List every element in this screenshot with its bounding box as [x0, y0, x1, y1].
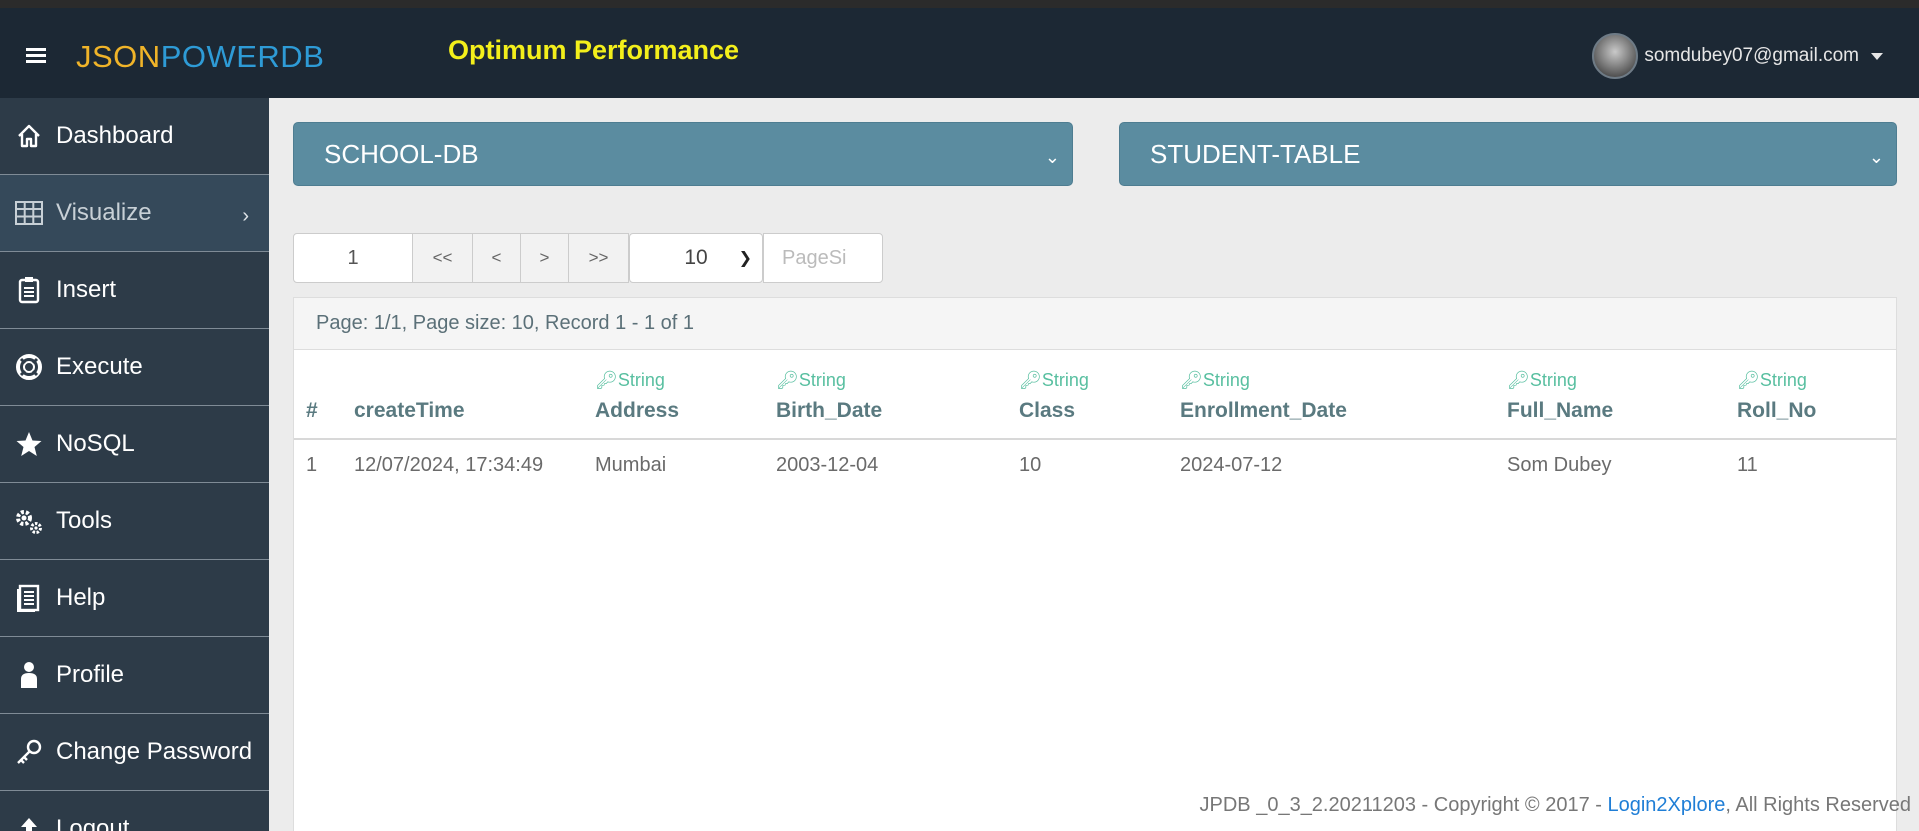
page-size-select[interactable]: 10 ❯ [629, 233, 763, 283]
sidebar-item-label: Dashboard [56, 122, 174, 149]
chevron-down-icon: ⌄ [1868, 147, 1884, 167]
table-cell: 1 [306, 454, 318, 476]
main-content: SCHOOL-DB ⌄ STUDENT-TABLE ⌄ 1 << < > >> … [269, 98, 1919, 831]
table-cell: Mumbai [595, 454, 667, 476]
column-name: Birth_Date [776, 399, 883, 422]
sidebar-item-label: Tools [56, 507, 113, 534]
footer-rights: , All Rights Reserved [1725, 794, 1911, 816]
column-name: # [306, 399, 318, 422]
column-type: 🔑︎String [595, 370, 665, 390]
sidebar-item-dashboard[interactable]: Dashboard [0, 98, 269, 175]
chevron-right-icon: › [242, 205, 249, 227]
menu-toggle-icon[interactable] [26, 48, 48, 64]
prev-page-button[interactable]: < [473, 233, 521, 283]
sidebar-item-logout[interactable]: Logout [0, 791, 269, 831]
sidebar-item-nosql[interactable]: NoSQL [0, 406, 269, 483]
key-icon [14, 737, 44, 767]
chevron-down-icon: ❯ [738, 250, 752, 267]
footer-text: JPDB _0_3_2.20211203 - Copyright © 2017 … [1199, 794, 1608, 816]
page-info: Page: 1/1, Page size: 10, Record 1 - 1 o… [294, 298, 1896, 350]
key-icon: 🔑︎ [776, 370, 799, 390]
home-icon [14, 121, 44, 151]
sidebar-item-label: Insert [56, 276, 117, 303]
sidebar-item-profile[interactable]: Profile [0, 637, 269, 714]
column-type: 🔑︎String [776, 370, 846, 390]
app-logo[interactable]: JSONPOWERDB [76, 39, 324, 75]
user-icon [14, 660, 44, 690]
column-type: 🔑︎String [1019, 370, 1089, 390]
table-cell: 2003-12-04 [776, 454, 879, 476]
table-select[interactable]: STUDENT-TABLE ⌄ [1119, 122, 1897, 186]
key-icon: 🔑︎ [1507, 370, 1530, 390]
book-icon [14, 583, 44, 613]
database-select-value: SCHOOL-DB [324, 138, 479, 169]
user-email: somdubey07@gmail.com [1644, 45, 1859, 66]
logo-powerdb: POWERDB [160, 39, 325, 74]
column-name: Class [1019, 399, 1076, 422]
database-select[interactable]: SCHOOL-DB ⌄ [293, 122, 1073, 186]
table-select-value: STUDENT-TABLE [1150, 138, 1361, 169]
sidebar-item-execute[interactable]: Execute [0, 329, 269, 406]
sidebar-item-insert[interactable]: Insert [0, 252, 269, 329]
column-type: 🔑︎String [1180, 370, 1250, 390]
sidebar-item-label: Profile [56, 661, 125, 688]
table-cell: 12/07/2024, 17:34:49 [354, 454, 544, 476]
column-name: Full_Name [1507, 399, 1614, 422]
table-cell: 11 [1737, 454, 1758, 476]
header-bar: JSONPOWERDB Optimum Performance somdubey… [0, 8, 1919, 98]
gears-icon [14, 506, 44, 536]
key-icon: 🔑︎ [1019, 370, 1042, 390]
life-ring-icon [14, 352, 44, 382]
last-page-button[interactable]: >> [569, 233, 629, 283]
page-size-value: 10 [684, 246, 708, 269]
key-icon: 🔑︎ [595, 370, 618, 390]
chevron-down-icon: ⌄ [1044, 147, 1060, 167]
table-cell: 2024-07-12 [1180, 454, 1283, 476]
page-size-input[interactable]: PageSi [763, 233, 883, 283]
sidebar-item-tools[interactable]: Tools [0, 483, 269, 560]
table-cell: 10 [1019, 454, 1042, 476]
avatar [1592, 33, 1639, 79]
sidebar-item-label: NoSQL [56, 430, 135, 457]
sidebar-item-visualize[interactable]: Visualize › [0, 175, 269, 252]
first-page-button[interactable]: << [413, 233, 473, 283]
page-number-input[interactable]: 1 [293, 233, 413, 283]
table-header-row: # createTime 🔑︎String Address 🔑︎String B… [294, 356, 1896, 440]
sidebar-item-help[interactable]: Help [0, 560, 269, 637]
sidebar-item-change-password[interactable]: Change Password [0, 714, 269, 791]
sidebar-item-label: Execute [56, 353, 143, 380]
sidebar: Dashboard Visualize › Insert Execute NoS… [0, 98, 269, 831]
grid-icon [14, 198, 44, 228]
column-name: Enrollment_Date [1180, 399, 1347, 422]
sidebar-item-label: Visualize [56, 199, 152, 226]
column-name: createTime [354, 399, 465, 422]
pagination-bar: 1 << < > >> 10 ❯ PageSi [293, 233, 883, 283]
clipboard-icon [14, 275, 44, 305]
table-row[interactable]: 1 12/07/2024, 17:34:49 Mumbai 2003-12-04… [294, 440, 1896, 488]
key-icon: 🔑︎ [1737, 370, 1760, 390]
column-type: 🔑︎String [1507, 370, 1577, 390]
user-menu[interactable]: somdubey07@gmail.com [1592, 32, 1883, 80]
footer-link[interactable]: Login2Xplore [1607, 794, 1725, 816]
star-icon [14, 429, 44, 459]
sidebar-item-label: Help [56, 584, 106, 611]
logo-json: JSON [76, 39, 161, 74]
chevron-down-icon [1871, 52, 1883, 60]
column-name: Roll_No [1737, 399, 1817, 422]
top-border [0, 0, 1919, 8]
tagline: Optimum Performance [448, 35, 740, 65]
next-page-button[interactable]: > [521, 233, 569, 283]
key-icon: 🔑︎ [1180, 370, 1203, 390]
column-type: 🔑︎String [1737, 370, 1807, 390]
records-panel: Page: 1/1, Page size: 10, Record 1 - 1 o… [293, 297, 1897, 831]
column-name: Address [595, 399, 680, 422]
upload-icon [14, 814, 44, 831]
footer: JPDB _0_3_2.20211203 - Copyright © 2017 … [1200, 794, 1911, 817]
sidebar-item-label: Logout [56, 815, 130, 831]
table-cell: Som Dubey [1507, 454, 1612, 476]
records-table: # createTime 🔑︎String Address 🔑︎String B… [294, 356, 1896, 488]
sidebar-item-label: Change Password [56, 738, 253, 765]
